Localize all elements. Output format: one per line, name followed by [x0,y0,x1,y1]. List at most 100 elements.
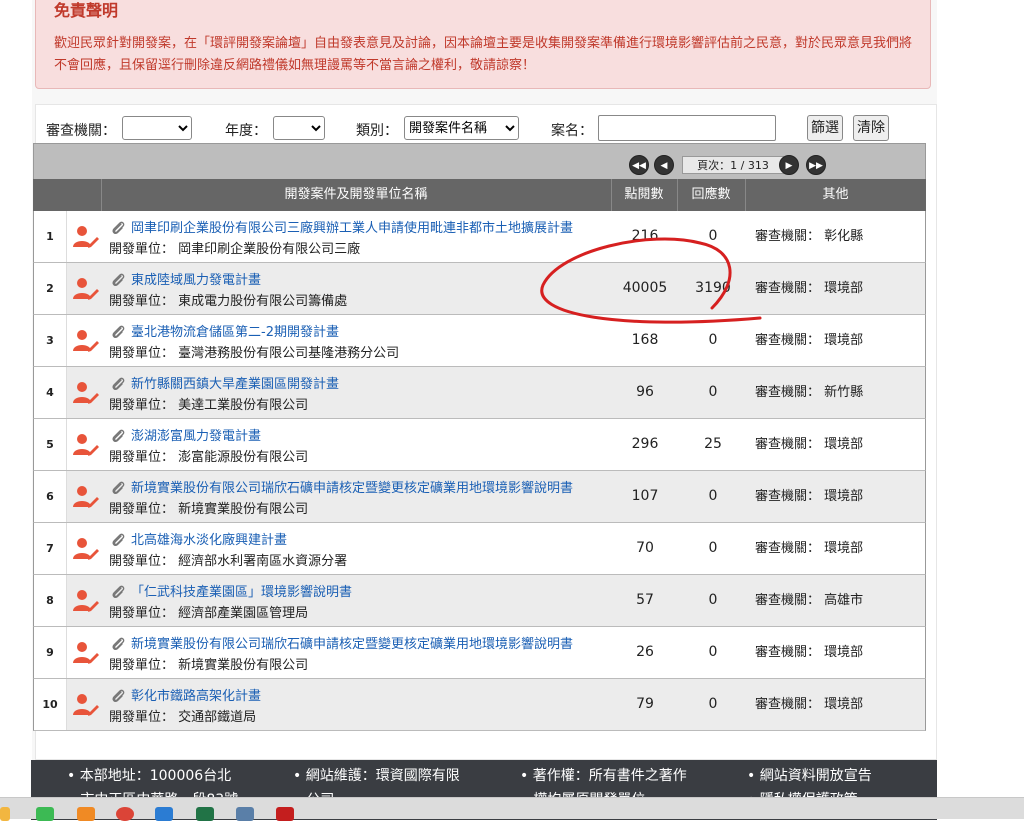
firefox-icon[interactable] [77,807,95,821]
type-select[interactable]: 開發案件名稱 [404,116,519,140]
review-agency: 審查機關： 環境部 [755,541,864,556]
project-table: ◀◀ ◀ 頁次：1 / 313 ▶ ▶▶ 開發案件及開發單位名稱 點閱數 回應數… [33,143,926,731]
excel-icon[interactable] [196,807,214,821]
view-count: 107 [631,488,659,504]
table-row: 10 彰化市鐵路高架化計畫 開發單位： 交通部鐵道局 79 0 審查機關： 環境部 [33,679,926,731]
project-title-link[interactable]: 彰化市鐵路高架化計畫 [131,685,261,704]
prev-page-icon[interactable]: ◀ [654,155,674,175]
project-title-link[interactable]: 「仁武科技產業園區」環境影響說明書 [131,581,352,600]
paperclip-icon [110,480,126,496]
reply-count: 0 [708,644,718,660]
developer-unit: 開發單位： 澎富能源股份有限公司 [109,450,309,465]
project-title-link[interactable]: 岡聿印刷企業股份有限公司三廠興辦工業人申請使用毗連非都市土地擴展計畫 [131,217,573,236]
view-count: 57 [636,592,654,608]
user-edit-icon[interactable] [72,433,100,457]
table-row: 7 北高雄海水淡化廠興建計畫 開發單位： 經濟部水利署南區水資源分署 70 0 審查機關：… [33,523,926,575]
case-name-input[interactable] [598,115,776,141]
table-row: 4 新竹縣關西鎮大旱產業園區開發計畫 開發單位： 美達工業股份有限公司 96 0 審查機關… [33,367,926,419]
header-project: 開發案件及開發單位名稱 [284,187,428,202]
reply-count: 0 [708,540,718,556]
paperclip-icon [110,324,126,340]
project-title-link[interactable]: 北高雄海水淡化廠興建計畫 [131,529,287,548]
developer-unit: 開發單位： 岡聿印刷企業股份有限公司三廠 [109,242,361,257]
last-page-icon[interactable]: ▶▶ [806,155,826,175]
project-title-link[interactable]: 澎湖澎富風力發電計畫 [131,425,261,444]
developer-unit: 開發單位： 臺灣港務股份有限公司基隆港務分公司 [109,346,400,361]
pager-bar: ◀◀ ◀ 頁次：1 / 313 ▶ ▶▶ [33,143,926,179]
user-edit-icon[interactable] [72,641,100,665]
year-select[interactable] [273,116,325,140]
developer-unit: 開發單位： 東成電力股份有限公司籌備處 [109,294,348,309]
project-title-link[interactable]: 東成陸域風力發電計畫 [131,269,261,288]
project-title-link[interactable]: 臺北港物流倉儲區第二-2期開發計畫 [131,321,339,340]
review-agency: 審查機關： 彰化縣 [755,229,864,244]
line-app-icon[interactable] [36,807,54,821]
view-count: 296 [631,436,659,452]
table-header: 開發案件及開發單位名稱 點閱數 回應數 其他 [33,179,926,211]
developer-unit: 開發單位： 新境實業股份有限公司 [109,502,309,517]
table-row: 1 岡聿印刷企業股份有限公司三廠興辦工業人申請使用毗連非都市土地擴展計畫 開發單位：… [33,211,926,263]
developer-unit: 開發單位： 經濟部水利署南區水資源分署 [109,554,348,569]
word-icon[interactable] [155,807,173,821]
user-edit-icon[interactable] [72,381,100,405]
user-edit-icon[interactable] [72,589,100,613]
next-page-icon[interactable]: ▶ [779,155,799,175]
paperclip-icon [110,376,126,392]
filter-bar: 審查機關： 年度： 類別： 開發案件名稱 案名： 篩選 清除 [46,114,906,142]
year-label: 年度： [225,123,267,139]
row-number: 7 [34,523,67,574]
developer-unit: 開發單位： 經濟部產業園區管理局 [109,606,309,621]
table-row: 9 新境實業股份有限公司瑞欣石礦申請核定暨變更核定礦業用地環境影響說明書開發單位：… [33,627,926,679]
header-replies[interactable]: 回應數 [677,179,745,211]
user-edit-icon[interactable] [72,277,100,301]
project-title-link[interactable]: 新境實業股份有限公司瑞欣石礦申請核定暨變更核定礦業用地環境影響說明書 [131,633,573,652]
reply-count: 25 [704,436,722,452]
row-number: 8 [34,575,67,626]
row-number: 2 [34,263,67,314]
paperclip-icon [110,428,126,444]
reply-count: 0 [708,696,718,712]
agency-select[interactable] [122,116,192,140]
developer-unit: 開發單位： 美達工業股份有限公司 [109,398,309,413]
table-row: 5 澎湖澎富風力發電計畫 開發單位： 澎富能源股份有限公司 296 25 審查機關： 環境… [33,419,926,471]
chrome-icon[interactable] [116,807,134,821]
row-number: 5 [34,419,67,470]
folder-icon[interactable] [0,807,10,821]
reply-count: 0 [708,592,718,608]
open-data-link[interactable]: 網站資料開放宣告 [760,768,872,784]
reply-count: 0 [708,332,718,348]
paperclip-icon [110,636,126,652]
filter-button[interactable]: 篩選 [807,115,843,141]
view-count: 96 [636,384,654,400]
first-page-icon[interactable]: ◀◀ [629,155,649,175]
reply-count: 0 [708,488,718,504]
clear-button[interactable]: 清除 [853,115,889,141]
user-edit-icon[interactable] [72,329,100,353]
header-views[interactable]: 點閱數 [611,179,677,211]
row-number: 3 [34,315,67,366]
reply-count: 0 [708,384,718,400]
calculator-icon[interactable] [236,807,254,821]
project-title-link[interactable]: 新境實業股份有限公司瑞欣石礦申請核定暨變更核定礦業用地環境影響說明書 [131,477,573,496]
reply-count: 0 [708,228,718,244]
project-title-link[interactable]: 新竹縣關西鎮大旱產業園區開發計畫 [131,373,339,392]
user-edit-icon[interactable] [72,485,100,509]
row-number: 9 [34,627,67,678]
os-taskbar [0,797,1024,821]
table-body: 1 岡聿印刷企業股份有限公司三廠興辦工業人申請使用毗連非都市土地擴展計畫 開發單位：… [33,211,926,731]
disclaimer-box: 免責聲明 歡迎民眾針對開發案，在「環評開發案論壇」自由發表意見及討論，因本論壇主… [35,0,931,89]
agency-label: 審查機關： [46,123,116,139]
table-row: 2 東成陸域風力發電計畫 開發單位： 東成電力股份有限公司籌備處 40005 3190 審… [33,263,926,315]
row-number: 10 [34,679,67,730]
header-other: 其他 [822,187,849,202]
review-agency: 審查機關： 環境部 [755,645,864,660]
case-name-label: 案名： [551,123,593,139]
developer-unit: 開發單位： 新境實業股份有限公司 [109,658,309,673]
user-edit-icon[interactable] [72,225,100,249]
header-number-col [33,179,65,211]
user-edit-icon[interactable] [72,693,100,717]
pdf-app-icon[interactable] [276,807,294,821]
user-edit-icon[interactable] [72,537,100,561]
review-agency: 審查機關： 環境部 [755,697,864,712]
review-agency: 審查機關： 環境部 [755,333,864,348]
